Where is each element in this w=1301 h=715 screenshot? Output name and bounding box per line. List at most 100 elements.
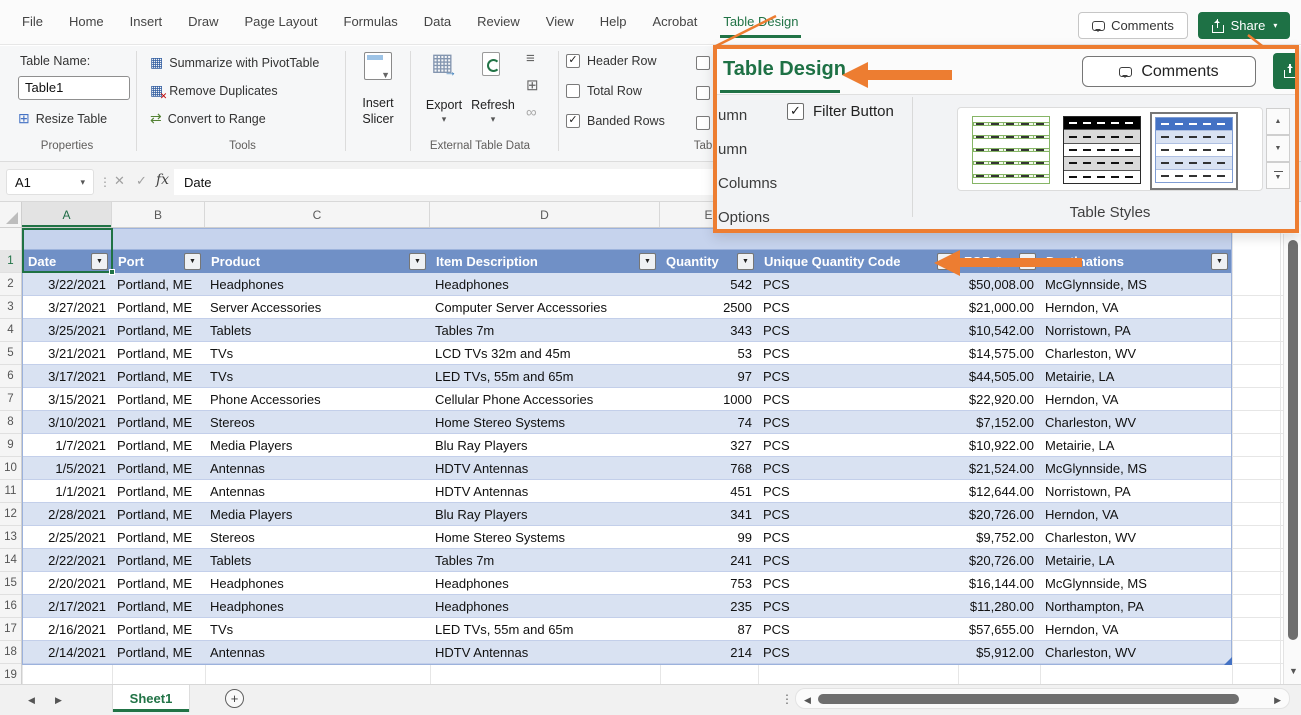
comments-button[interactable]: Comments: [1078, 12, 1188, 39]
cell[interactable]: $20,726.00: [958, 549, 1040, 571]
tab-formulas[interactable]: Formulas: [344, 14, 398, 29]
tab-file[interactable]: File: [22, 14, 43, 29]
cell[interactable]: Charleston, WV: [1040, 526, 1232, 548]
filter-dropdown-product[interactable]: ▼: [409, 253, 426, 270]
scrollbar-resize-grip[interactable]: ⋮: [781, 692, 793, 706]
horizontal-scrollbar[interactable]: ◀ ▶: [795, 688, 1290, 709]
callout-comments-button[interactable]: Comments: [1082, 56, 1256, 87]
cell[interactable]: Headphones: [205, 273, 430, 295]
total-row-checkbox[interactable]: Total Row: [566, 84, 642, 98]
cell[interactable]: 2/14/2021: [22, 641, 112, 663]
summarize-with-pivottable-button[interactable]: ▦Summarize with PivotTable: [150, 54, 319, 71]
cell[interactable]: Herndon, VA: [1040, 296, 1232, 318]
cell[interactable]: 2/22/2021: [22, 549, 112, 571]
cell[interactable]: Northampton, PA: [1040, 595, 1232, 617]
cell[interactable]: 542: [660, 273, 758, 295]
cell[interactable]: PCS: [758, 273, 958, 295]
gallery-more-styles-icon[interactable]: ▼: [1266, 162, 1290, 189]
cell[interactable]: Antennas: [205, 641, 430, 663]
cell[interactable]: Headphones: [205, 572, 430, 594]
table-properties-icon[interactable]: ≡: [526, 50, 535, 67]
table-name-input[interactable]: Table1: [18, 76, 130, 100]
filter-dropdown-destinations[interactable]: ▼: [1211, 253, 1228, 270]
banded-columns-checkbox[interactable]: [696, 116, 710, 130]
table-style-blue[interactable]: [1155, 117, 1233, 183]
cell[interactable]: 74: [660, 411, 758, 433]
cell[interactable]: Portland, ME: [112, 296, 205, 318]
cell[interactable]: $14,575.00: [958, 342, 1040, 364]
cell[interactable]: Portland, ME: [112, 388, 205, 410]
row-number-11[interactable]: 11: [0, 480, 21, 503]
cell[interactable]: 3/25/2021: [22, 319, 112, 341]
row-number-5[interactable]: 5: [0, 342, 21, 365]
cell[interactable]: Norristown, PA: [1040, 319, 1232, 341]
cell[interactable]: 451: [660, 480, 758, 502]
first-column-checkbox[interactable]: [696, 56, 710, 70]
cell[interactable]: $16,144.00: [958, 572, 1040, 594]
row-number-15[interactable]: 15: [0, 572, 21, 595]
resize-table-button[interactable]: ⊞ Resize Table: [18, 110, 107, 127]
cell[interactable]: Charleston, WV: [1040, 342, 1232, 364]
formula-bar-grip[interactable]: ⋮: [99, 175, 111, 189]
cell[interactable]: PCS: [758, 641, 958, 663]
cell[interactable]: $44,505.00: [958, 365, 1040, 387]
cell[interactable]: Portland, ME: [112, 365, 205, 387]
cell[interactable]: Phone Accessories: [205, 388, 430, 410]
cell[interactable]: PCS: [758, 365, 958, 387]
cell[interactable]: Headphones: [430, 572, 660, 594]
cell[interactable]: Headphones: [430, 273, 660, 295]
cell[interactable]: McGlynnside, MS: [1040, 273, 1232, 295]
cell[interactable]: Tables 7m: [430, 319, 660, 341]
cell[interactable]: PCS: [758, 618, 958, 640]
cell[interactable]: 235: [660, 595, 758, 617]
tab-acrobat[interactable]: Acrobat: [653, 14, 698, 29]
name-box[interactable]: A1 ▾: [6, 169, 94, 195]
cell[interactable]: Computer Server Accessories: [430, 296, 660, 318]
cell[interactable]: LED TVs, 55m and 65m: [430, 365, 660, 387]
prev-sheet-icon[interactable]: ◀: [28, 695, 35, 706]
cell[interactable]: 327: [660, 434, 758, 456]
enter-icon[interactable]: ✓: [136, 173, 147, 189]
name-box-chevron-icon[interactable]: ▾: [80, 177, 85, 188]
cell[interactable]: Antennas: [205, 480, 430, 502]
cell[interactable]: Portland, ME: [112, 618, 205, 640]
cell[interactable]: TVs: [205, 365, 430, 387]
cell[interactable]: 3/21/2021: [22, 342, 112, 364]
column-header-product[interactable]: Product: [205, 250, 430, 273]
cell[interactable]: 341: [660, 503, 758, 525]
cell[interactable]: 1/7/2021: [22, 434, 112, 456]
vertical-scrollbar[interactable]: ▼: [1283, 234, 1301, 684]
cell[interactable]: Tables 7m: [430, 549, 660, 571]
cell[interactable]: 3/15/2021: [22, 388, 112, 410]
cell[interactable]: Blu Ray Players: [430, 503, 660, 525]
cell[interactable]: PCS: [758, 480, 958, 502]
cell[interactable]: 3/27/2021: [22, 296, 112, 318]
cell[interactable]: PCS: [758, 388, 958, 410]
filter-dropdown-date[interactable]: ▼: [91, 253, 108, 270]
cell[interactable]: 241: [660, 549, 758, 571]
cell[interactable]: $21,524.00: [958, 457, 1040, 479]
header-row-checkbox[interactable]: ✓Header Row: [566, 54, 656, 68]
row-number-2[interactable]: 2: [0, 273, 21, 296]
column-letter-d[interactable]: D: [430, 202, 660, 227]
column-header-unique-quantity-code[interactable]: Unique Quantity Code: [758, 250, 958, 273]
tab-table-design[interactable]: Table Design: [723, 14, 798, 29]
add-sheet-button[interactable]: +: [225, 689, 244, 708]
cell[interactable]: $22,920.00: [958, 388, 1040, 410]
horizontal-scrollbar-thumb[interactable]: [818, 694, 1239, 704]
cell[interactable]: Portland, ME: [112, 319, 205, 341]
column-letter-a[interactable]: A: [22, 202, 112, 227]
cell[interactable]: 3/10/2021: [22, 411, 112, 433]
row-number-14[interactable]: 14: [0, 549, 21, 572]
tab-draw[interactable]: Draw: [188, 14, 218, 29]
table-style-blue-selected[interactable]: [1150, 112, 1238, 190]
cell[interactable]: Portland, ME: [112, 526, 205, 548]
callout-table-design-tab[interactable]: Table Design: [723, 58, 846, 81]
callout-share-button[interactable]: [1273, 53, 1299, 89]
cell[interactable]: PCS: [758, 434, 958, 456]
cell[interactable]: 3/22/2021: [22, 273, 112, 295]
row-number-18[interactable]: 18: [0, 641, 21, 664]
cell[interactable]: Portland, ME: [112, 595, 205, 617]
banded-rows-checkbox[interactable]: ✓Banded Rows: [566, 114, 665, 128]
cell[interactable]: 99: [660, 526, 758, 548]
